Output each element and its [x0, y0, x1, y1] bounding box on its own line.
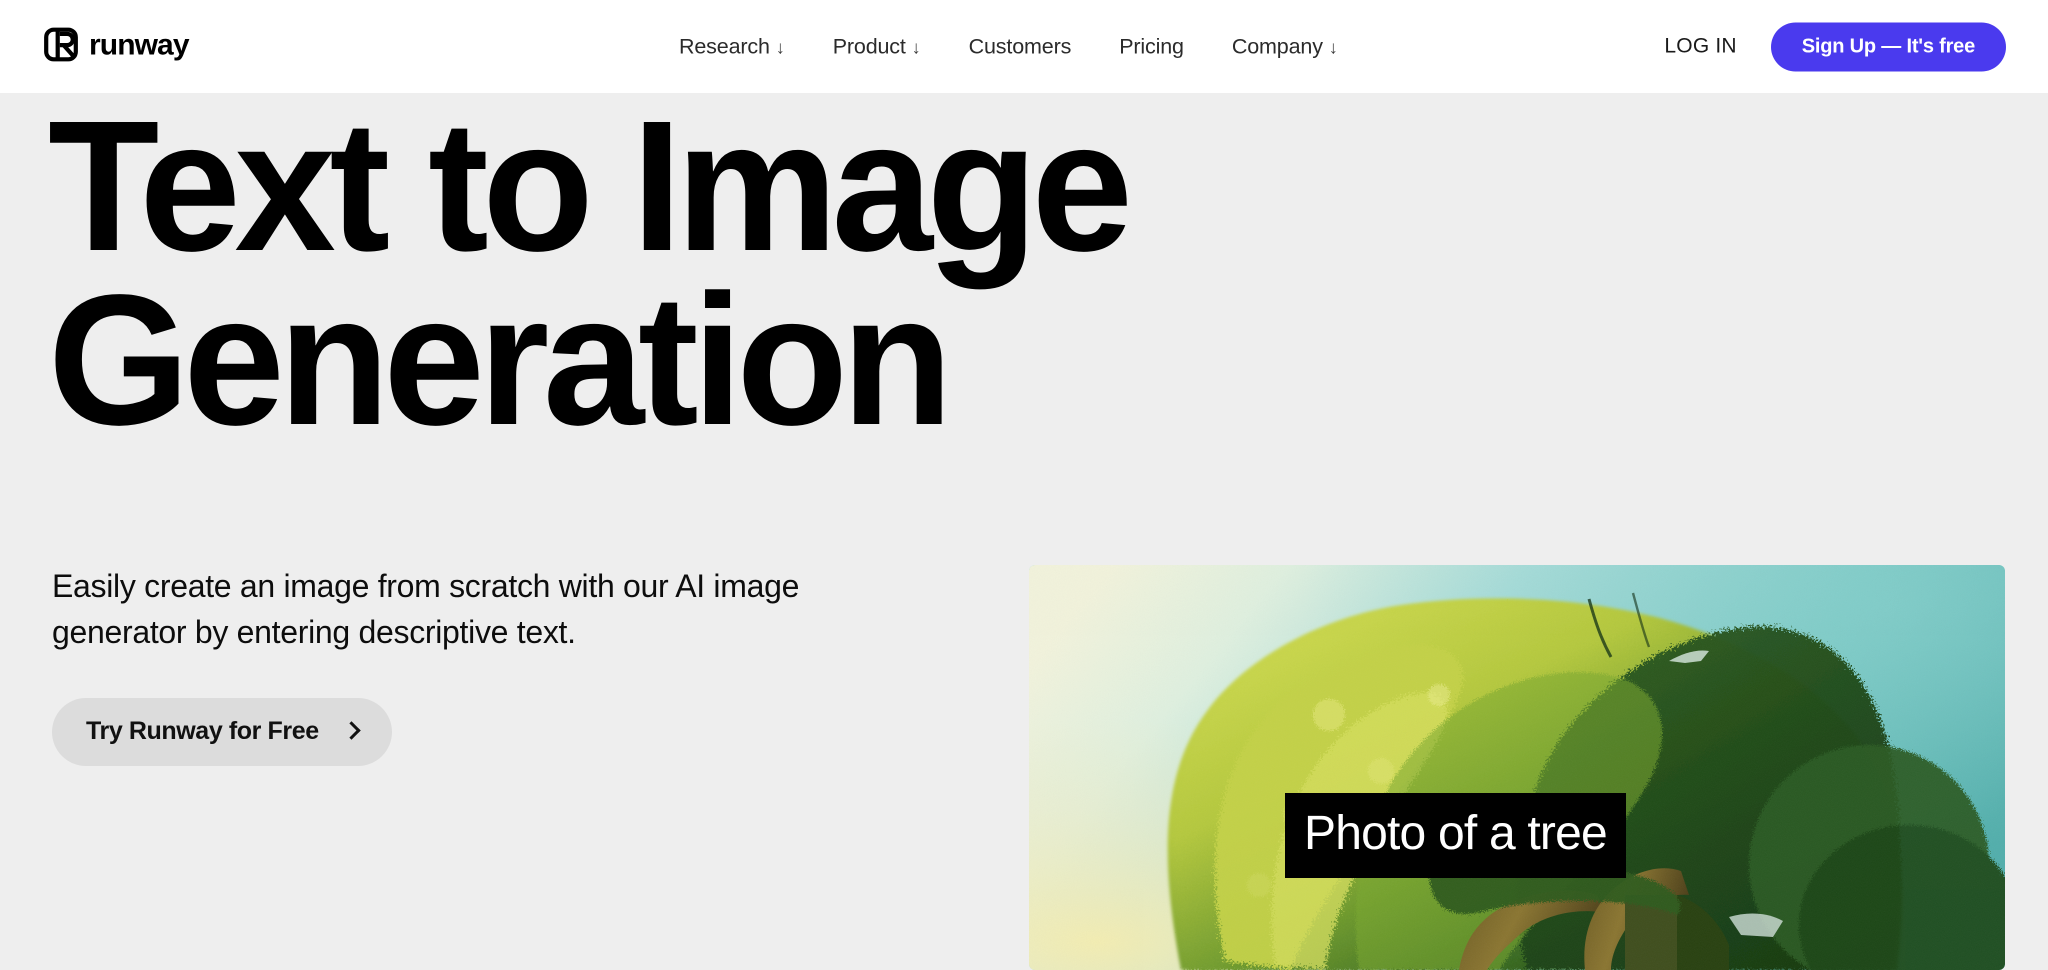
generated-image-card[interactable]: Photo of a tree — [1029, 565, 2005, 970]
nav-label: Pricing — [1119, 34, 1184, 58]
nav-item-research[interactable]: Research ↓ — [655, 26, 809, 67]
nav-item-pricing[interactable]: Pricing — [1095, 26, 1208, 67]
chevron-right-icon — [342, 721, 361, 740]
hero-subheading: Easily create an image from scratch with… — [52, 568, 800, 651]
image-caption: Photo of a tree — [1285, 793, 1626, 878]
primary-navigation: Research ↓ Product ↓ Customers Pricing C… — [655, 26, 1362, 67]
nav-item-product[interactable]: Product ↓ — [809, 26, 945, 67]
brand-wordmark: runway — [89, 28, 190, 62]
brand-logo[interactable]: runway — [44, 27, 190, 66]
arrow-down-icon: ↓ — [775, 37, 785, 57]
nav-item-customers[interactable]: Customers — [945, 26, 1096, 67]
hero-section: Text to Image Generation Easily create a… — [0, 93, 2048, 970]
arrow-down-icon: ↓ — [1328, 37, 1338, 57]
arrow-down-icon: ↓ — [911, 37, 921, 57]
header-actions: LOG IN Sign Up — It's free — [1660, 22, 2006, 71]
page-title: Text to Image Generation — [48, 93, 1133, 464]
nav-item-company[interactable]: Company ↓ — [1208, 26, 1362, 67]
nav-label: Company — [1231, 34, 1323, 58]
site-header: runway Research ↓ Product ↓ Customers Pr… — [0, 0, 2048, 93]
login-link[interactable]: LOG IN — [1660, 29, 1740, 65]
tree-image — [1029, 565, 2005, 970]
nav-label: Customers — [968, 34, 1072, 58]
runway-logo-mark-icon — [44, 27, 78, 66]
nav-label: Product — [832, 34, 906, 58]
try-runway-for-free-button[interactable]: Try Runway for Free — [52, 698, 392, 766]
signup-button[interactable]: Sign Up — It's free — [1770, 22, 2006, 71]
nav-label: Research — [679, 34, 770, 58]
cta-label: Try Runway for Free — [86, 717, 319, 745]
